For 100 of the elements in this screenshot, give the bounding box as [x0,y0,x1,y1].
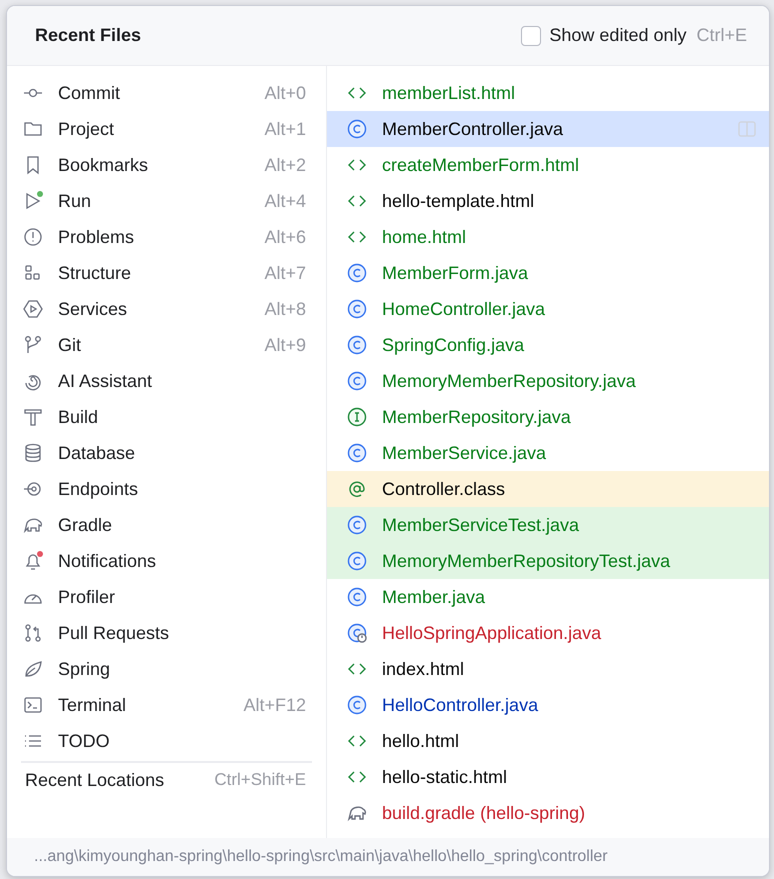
file-item[interactable]: HelloController.java [327,687,769,723]
file-item[interactable]: hello.html [327,723,769,759]
file-item[interactable]: memberList.html [327,75,769,111]
file-name: HelloController.java [382,694,540,716]
tool-window-label: Endpoints [58,478,140,500]
class-c-icon [347,551,367,571]
file-item[interactable]: MemberForm.java [327,255,769,291]
shortcut-hint: Alt+0 [264,82,306,104]
file-name: index.html [382,658,466,680]
tool-window-item[interactable]: Profiler [7,579,326,615]
shortcut-hint: Ctrl+Shift+E [214,770,306,790]
recent-locations-label: Recent Locations [25,770,166,790]
tool-window-item[interactable]: Structure Alt+7 [7,255,326,291]
file-item[interactable]: MemoryMemberRepositoryTest.java [327,543,769,579]
file-item[interactable]: build.gradle (hello-spring) [327,795,769,831]
shortcut-hint: Alt+4 [264,190,306,212]
file-item[interactable]: createMemberForm.html [327,147,769,183]
file-path: ...ang\kimyounghan-spring\hello-spring\src\main\java\hello\hello_spring\controller [34,848,608,866]
file-name: Controller.class [382,478,506,500]
tool-window-label: Build [58,406,100,428]
file-name: home.html [382,226,468,248]
file-item[interactable]: hello-template.html [327,183,769,219]
file-item[interactable]: index.html [327,651,769,687]
file-item[interactable]: Member.java [327,579,769,615]
tool-window-item[interactable]: Bookmarks Alt+2 [7,147,326,183]
shortcut-hint: Alt+7 [264,262,306,284]
tool-window-label: Run [58,190,92,212]
tool-window-label: Bookmarks [58,154,150,176]
class-c-icon [347,335,367,355]
tool-window-item[interactable]: Database [7,435,326,471]
file-item[interactable]: MemberRepository.java [327,399,769,435]
file-item[interactable]: MemoryMemberRepository.java [327,363,769,399]
tool-window-item[interactable]: Problems Alt+6 [7,219,326,255]
file-item[interactable]: hello-static.html [327,759,769,795]
tool-window-label: Database [58,442,136,464]
pull-icon [23,623,43,643]
tool-window-item[interactable]: Run Alt+4 [7,183,326,219]
git-icon [23,335,43,355]
checkbox-label: Show edited only [549,25,686,46]
tool-window-item[interactable]: Pull Requests [7,615,326,651]
file-name: MemberForm.java [382,262,530,284]
tool-window-label: Spring [58,658,112,680]
tool-window-label: TODO [58,730,111,752]
file-item[interactable]: MemberService.java [327,435,769,471]
file-item[interactable]: SpringConfig.java [327,327,769,363]
checkbox-square[interactable] [521,26,542,46]
show-edited-only-checkbox[interactable]: Show edited only [521,25,686,46]
shortcut-hint: Ctrl+E [696,25,747,46]
file-item[interactable]: Controller.class [327,471,769,507]
tool-window-label: Pull Requests [58,622,170,644]
popup-title: Recent Files [35,25,142,46]
shortcut-hint: Alt+8 [264,298,306,320]
tool-window-label: Notifications [58,550,158,572]
file-item[interactable]: HomeController.java [327,291,769,327]
class-c-icon [347,263,367,283]
tool-window-item[interactable]: Services Alt+8 [7,291,326,327]
tool-window-item[interactable]: AI Assistant [7,363,326,399]
file-name: MemberService.java [382,442,548,464]
shortcut-hint: Alt+6 [264,226,306,248]
tool-window-label: Problems [58,226,136,248]
tool-window-label: Project [58,118,116,140]
file-name: hello.html [382,730,460,752]
file-name: MemberController.java [382,118,564,140]
tool-window-item[interactable]: Notifications [7,543,326,579]
tool-window-label: Terminal [58,694,128,716]
file-item[interactable]: HelloSpringApplication.java [327,615,769,651]
file-name: SpringConfig.java [382,334,526,356]
hammer-icon [23,407,43,427]
shortcut-hint: Alt+2 [264,154,306,176]
tool-window-item[interactable]: Project Alt+1 [7,111,326,147]
database-icon [23,443,43,463]
tool-window-item[interactable]: TODO [7,723,326,759]
tool-window-item[interactable]: Endpoints [7,471,326,507]
shortcut-hint: Alt+1 [264,118,306,140]
split-view-icon[interactable] [737,119,757,139]
class-c-icon [347,695,367,715]
file-name: MemberServiceTest.java [382,514,580,536]
file-name: build.gradle (hello-spring) [382,802,586,824]
tool-window-item[interactable]: Git Alt+9 [7,327,326,363]
tool-window-item[interactable]: Spring [7,651,326,687]
tool-window-item[interactable]: Commit Alt+0 [7,75,326,111]
tool-window-item[interactable]: Gradle [7,507,326,543]
bell-icon [23,551,43,571]
file-item[interactable]: MemberServiceTest.java [327,507,769,543]
file-name: HomeController.java [382,298,546,320]
file-name: hello-template.html [382,190,536,212]
file-item[interactable]: MemberController.java [327,111,769,147]
recent-locations-item[interactable]: Recent Locations Ctrl+Shift+E [21,761,312,797]
file-name: MemoryMemberRepositoryTest.java [382,550,672,572]
at-sign-icon [347,479,367,499]
class-power-icon [347,623,367,643]
tool-window-label: Profiler [58,586,116,608]
tool-window-item[interactable]: Build [7,399,326,435]
class-c-icon [347,299,367,319]
tool-window-item[interactable]: Terminal Alt+F12 [7,687,326,723]
tool-window-label: Commit [58,82,121,104]
file-item[interactable]: home.html [327,219,769,255]
services-icon [23,299,43,319]
class-c-icon [347,443,367,463]
class-c-icon [347,119,367,139]
